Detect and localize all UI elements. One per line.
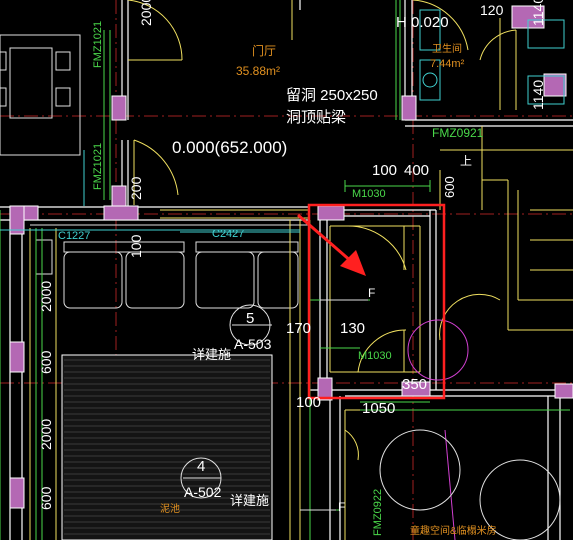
- dim-100-label: 100: [372, 162, 398, 179]
- m1030-top-label: M1030: [352, 188, 386, 200]
- dim-130-label: 130: [340, 320, 366, 337]
- room-lobby-label: 门厅: [252, 44, 277, 58]
- highlight-box: [307, 203, 446, 400]
- detail5-reference: A-503: [234, 336, 272, 352]
- door-fmz-left-bottom: FMZ1021: [92, 142, 104, 190]
- dim-400-label: 400: [404, 162, 430, 179]
- dim-100-b-label: 100: [296, 394, 322, 411]
- c1227-label: C1227: [58, 230, 91, 242]
- room-wc-label: 卫生间: [432, 44, 462, 55]
- elev-top-label: H 0.020: [396, 14, 449, 31]
- dim-1050-label: 1050: [362, 400, 396, 417]
- dim-200-side-label: 200: [128, 176, 144, 200]
- dim-2000-l1-label: 2000: [38, 280, 54, 312]
- cyan-elements: [0, 9, 565, 233]
- dim-600-label: 600: [442, 176, 457, 198]
- pool-label: 泥池: [160, 504, 180, 515]
- floor-plan-canvas: [0, 0, 573, 540]
- dim-120-label: 120: [480, 2, 504, 18]
- dining-table: [0, 34, 81, 156]
- detail-text-1: 详建施: [192, 347, 232, 362]
- dim-2000-l2-label: 2000: [38, 418, 54, 450]
- fmz-vert-label: FMZ0922: [372, 488, 384, 536]
- stair-up-label: 上: [460, 154, 473, 168]
- arrow-f2-label: F: [338, 500, 346, 514]
- dim-1140-b-label: 1140: [530, 79, 546, 110]
- door-fmz-left-top: FMZ1021: [92, 20, 104, 68]
- highlight-arrow: [297, 213, 353, 264]
- detail4-number: 4: [197, 458, 206, 475]
- detail5-number: 5: [246, 310, 255, 327]
- area-lobby-label: 35.88m²: [236, 64, 281, 78]
- area-wc-label: 7.44m²: [430, 58, 465, 70]
- door-fmz0921-label: FMZ0921: [432, 126, 484, 140]
- dim-350-label: 350: [402, 376, 428, 393]
- kids-room-label: 童趣空间&临榻米房: [410, 526, 497, 537]
- dim-100-side-label: 100: [128, 234, 144, 258]
- arrow-f1-label: F: [368, 286, 376, 300]
- elevation-label: 0.000(652.000): [172, 138, 288, 157]
- dim-600-l1-label: 600: [38, 350, 54, 374]
- dim-1140-a-label: 1140: [530, 0, 546, 26]
- opening-label: 留洞 250x250: [286, 87, 378, 104]
- opening-note-label: 洞顶贴梁: [286, 109, 347, 126]
- detail-text-2: 详建施: [230, 493, 270, 508]
- dim-170-label: 170: [286, 320, 312, 337]
- dim-600-l2-label: 600: [38, 486, 54, 510]
- detail4-reference: A-502: [184, 484, 222, 500]
- cad-drawing: H 0.020 120 1140 1140 2000 FMZ1021 FMZ10…: [0, 0, 573, 540]
- dim-2000-top-label: 2000: [138, 0, 154, 26]
- m1030-bottom-label: M1030: [358, 350, 392, 362]
- c2427-label: C2427: [212, 228, 245, 240]
